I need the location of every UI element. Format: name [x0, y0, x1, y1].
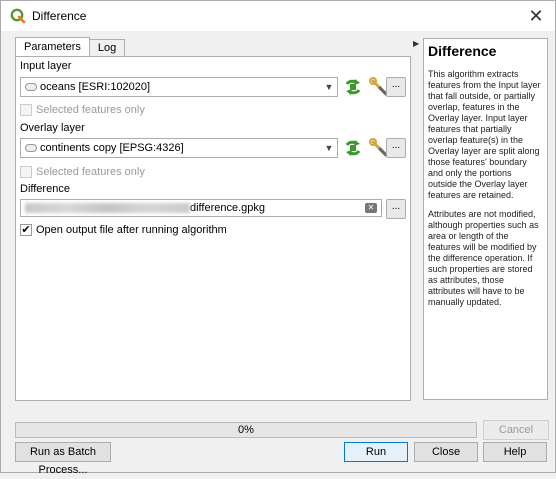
tab-log[interactable]: Log	[88, 39, 126, 57]
input-selected-only-label: Selected features only	[36, 104, 145, 116]
input-layer-browse-button[interactable]: ...	[386, 77, 406, 97]
collapse-arrow-icon[interactable]: ▶	[413, 39, 419, 48]
window-title: Difference	[32, 9, 87, 23]
overlay-selected-only[interactable]: Selected features only	[20, 166, 145, 178]
input-layer-combo[interactable]: oceans [ESRI:102020] ▼	[20, 77, 338, 97]
overlay-selected-only-checkbox[interactable]	[20, 166, 32, 178]
blurred-path	[25, 203, 190, 213]
overlay-layer-browse-button[interactable]: ...	[386, 138, 406, 158]
open-output-label: Open output file after running algorithm	[36, 224, 227, 236]
parameters-panel: Input layer oceans [ESRI:102020] ▼ ... S…	[15, 56, 411, 401]
overlay-layer-label: Overlay layer	[20, 122, 85, 134]
help-panel: Difference This algorithm extracts featu…	[423, 38, 548, 400]
input-selected-only[interactable]: Selected features only	[20, 104, 145, 116]
chevron-down-icon: ▼	[324, 82, 334, 92]
polygon-layer-icon	[25, 83, 37, 91]
cancel-button[interactable]: Cancel	[483, 420, 549, 440]
close-button[interactable]: Close	[414, 442, 478, 462]
overlay-layer-value: continents copy [EPSG:4326]	[40, 142, 184, 154]
output-filename: difference.gpkg	[190, 202, 266, 214]
open-output-checkbox[interactable]: ✔	[20, 224, 32, 236]
chevron-down-icon: ▼	[324, 143, 334, 153]
input-layer-label: Input layer	[20, 60, 72, 72]
tab-parameters[interactable]: Parameters	[15, 37, 90, 57]
help-paragraph: Attributes are not modified, although pr…	[428, 209, 539, 307]
output-browse-button[interactable]: ...	[386, 199, 406, 219]
run-button[interactable]: Run	[344, 442, 408, 462]
help-button[interactable]: Help	[483, 442, 547, 462]
qgis-logo-icon	[10, 8, 26, 24]
difference-dialog: Difference ✕ Parameters Log Input layer …	[0, 0, 556, 476]
polygon-layer-icon	[25, 144, 37, 152]
progress-bar: 0%	[15, 422, 477, 438]
output-label: Difference	[20, 183, 70, 195]
overlay-selected-only-label: Selected features only	[36, 166, 145, 178]
batch-process-button[interactable]: Run as Batch Process...	[15, 442, 111, 476]
clear-field-icon[interactable]: ✕	[365, 203, 377, 213]
input-layer-value: oceans [ESRI:102020]	[40, 81, 151, 93]
open-output-option[interactable]: ✔ Open output file after running algorit…	[20, 224, 227, 236]
help-paragraph: This algorithm extracts features from th…	[428, 69, 541, 200]
help-title: Difference	[428, 43, 497, 59]
tab-bar: Parameters Log	[15, 37, 126, 57]
output-path-field[interactable]: difference.gpkg ✕	[20, 199, 382, 217]
close-window-button[interactable]: ✕	[527, 7, 545, 25]
iterate-icon[interactable]	[342, 76, 364, 98]
overlay-layer-combo[interactable]: continents copy [EPSG:4326] ▼	[20, 138, 338, 158]
title-bar: Difference ✕	[1, 1, 555, 31]
iterate-icon[interactable]	[342, 137, 364, 159]
input-selected-only-checkbox[interactable]	[20, 104, 32, 116]
